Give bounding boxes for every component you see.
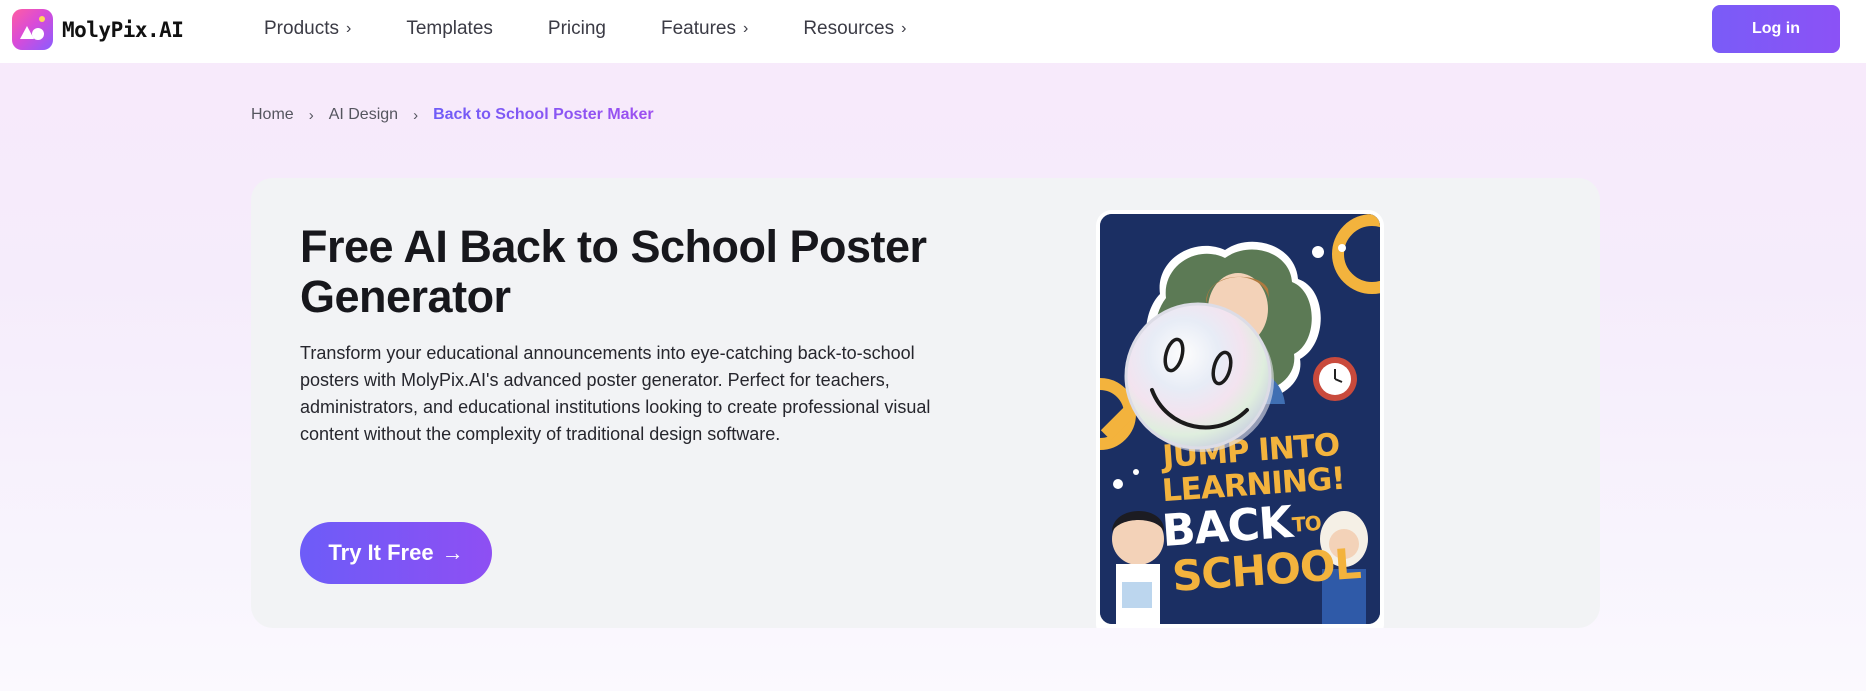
nav-resources[interactable]: Resources › <box>803 16 906 42</box>
site-header: MolyPix.AI Products › Templates Pricing … <box>0 0 1866 63</box>
breadcrumb-home[interactable]: Home <box>251 106 294 124</box>
try-it-free-label: Try It Free <box>328 540 434 565</box>
chevron-right-icon: › <box>742 20 749 37</box>
nav-resources-label: Resources <box>803 18 895 39</box>
nav-products[interactable]: Products › <box>264 16 351 42</box>
smiley-sticker-icon <box>1124 302 1274 452</box>
chevron-right-icon: › <box>901 20 907 37</box>
nav-features[interactable]: Features › <box>661 16 748 42</box>
breadcrumb: Home › AI Design › Back to School Poster… <box>251 106 654 124</box>
logo-icon <box>12 9 53 50</box>
main-nav: Products › Templates Pricing Features › … <box>264 16 906 42</box>
hero-card: Free AI Back to School Poster Generator … <box>251 178 1600 628</box>
nav-features-label: Features <box>661 18 736 39</box>
logo-text: MolyPix.AI <box>62 17 184 42</box>
hero-description: Transform your educational announcements… <box>300 343 931 444</box>
chevron-right-icon: › <box>345 20 352 37</box>
nav-products-label: Products <box>264 18 339 39</box>
nav-templates[interactable]: Templates <box>406 16 493 42</box>
login-button[interactable]: Log in <box>1712 5 1840 53</box>
poster-to-word: TO <box>1291 510 1322 537</box>
nav-pricing-label: Pricing <box>547 18 606 39</box>
breadcrumb-separator: › <box>413 106 419 124</box>
nav-templates-label: Templates <box>406 18 493 39</box>
try-it-free-button[interactable]: Try It Free → <box>300 522 492 584</box>
page-title: Free AI Back to School Poster Generator <box>300 221 927 322</box>
arrow-right-icon: → <box>441 540 464 565</box>
breadcrumb-current: Back to School Poster Maker <box>433 106 654 123</box>
logo[interactable]: MolyPix.AI <box>12 9 184 50</box>
breadcrumb-separator: › <box>308 106 314 124</box>
breadcrumb-ai-design[interactable]: AI Design <box>329 106 398 124</box>
nav-pricing[interactable]: Pricing <box>548 16 606 42</box>
